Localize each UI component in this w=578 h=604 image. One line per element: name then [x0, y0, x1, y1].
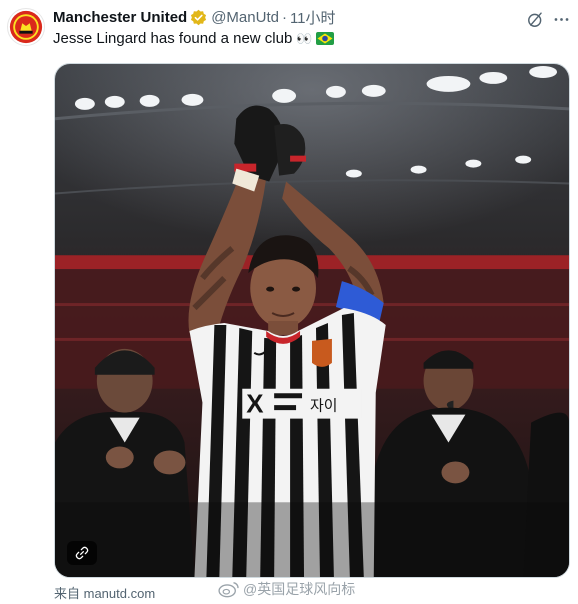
eyes-emoji: 👀: [296, 30, 312, 46]
post-time[interactable]: 11小时: [290, 7, 336, 28]
tweet-text-body: Jesse Lingard has found a new club: [53, 30, 293, 47]
watermark: @英国足球风向标: [218, 578, 355, 600]
separator-dot: ·: [281, 8, 287, 26]
watermark-text: @英国足球风向标: [243, 581, 356, 597]
tweet-text: Jesse Lingard has found a new club 👀: [53, 30, 334, 47]
tweet-header: Manchester United @ManUtd · 11小时: [53, 7, 336, 27]
author-name[interactable]: Manchester United: [53, 9, 187, 26]
brazil-flag-icon: [315, 32, 334, 45]
author-handle[interactable]: @ManUtd: [211, 9, 279, 26]
grok-icon[interactable]: [524, 8, 546, 30]
tweet-media-image[interactable]: X 자이: [54, 63, 570, 578]
svg-text:X: X: [246, 391, 264, 419]
verified-badge-icon: [190, 9, 207, 26]
weibo-icon: [218, 582, 239, 598]
link-source[interactable]: 来自 manutd.com: [54, 583, 155, 602]
avatar[interactable]: [7, 8, 45, 46]
more-icon[interactable]: [550, 8, 572, 30]
svg-text:자이: 자이: [310, 397, 338, 415]
link-icon[interactable]: [67, 541, 97, 565]
player-photo: X 자이: [55, 64, 569, 577]
manchester-united-crest-icon: [9, 10, 43, 44]
